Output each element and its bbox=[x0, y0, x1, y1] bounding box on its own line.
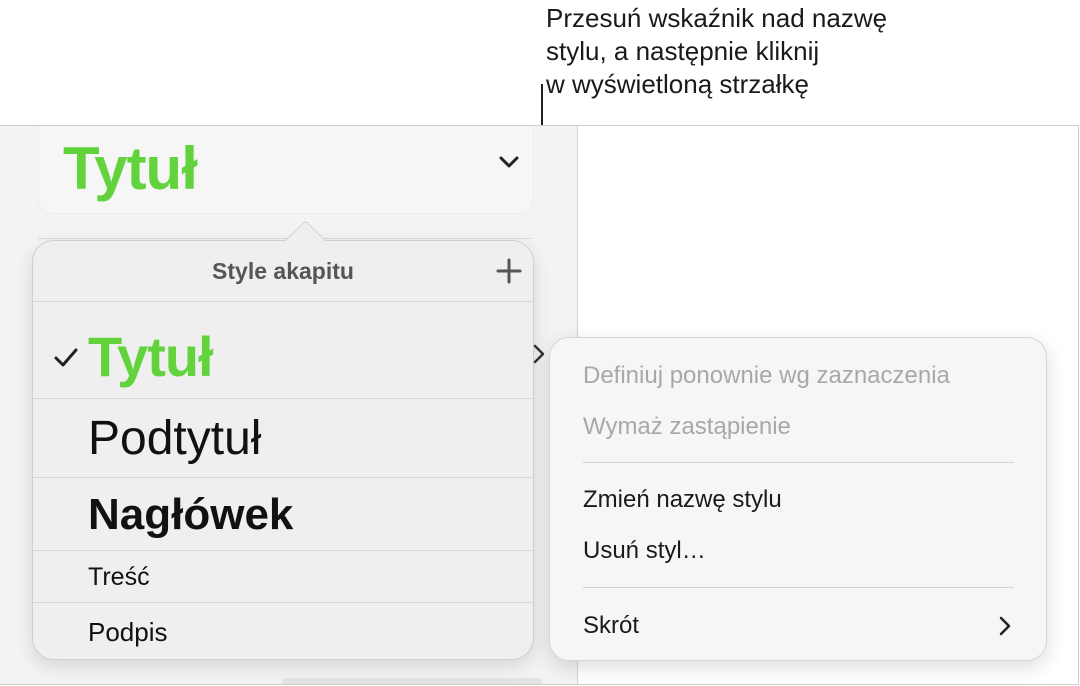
screenshot-stage: Przesuń wskaźnik nad nazwę stylu, a nast… bbox=[0, 0, 1080, 686]
style-label-podpis: Podpis bbox=[88, 617, 168, 647]
chevron-right-icon bbox=[999, 616, 1011, 636]
menu-item-clear-override[interactable]: Wymaż zastąpienie bbox=[583, 413, 791, 441]
chevron-down-icon bbox=[499, 156, 519, 168]
style-item-podtytul[interactable]: Podtytuł bbox=[33, 399, 533, 478]
menu-item-redefine[interactable]: Definiuj ponownie wg zaznaczenia bbox=[583, 362, 950, 390]
menu-item-rename-style[interactable]: Zmień nazwę stylu bbox=[583, 486, 782, 514]
popover-title: Style akapitu bbox=[212, 258, 354, 284]
style-item-naglowek[interactable]: Nagłówek bbox=[33, 478, 533, 551]
menu-separator bbox=[583, 587, 1014, 588]
style-label-tytul: Tytuł bbox=[88, 325, 214, 388]
plus-icon[interactable] bbox=[495, 257, 523, 285]
chevron-right-icon[interactable] bbox=[531, 342, 547, 366]
popover-header: Style akapitu bbox=[33, 241, 533, 302]
paragraph-styles-popover: Style akapitu Tytuł Podtytuł Nagłówek Tr… bbox=[32, 219, 545, 660]
menu-item-shortcut[interactable]: Skrót bbox=[583, 612, 639, 640]
menu-item-delete-style[interactable]: Usuń styl… bbox=[583, 537, 706, 565]
callout-text: Przesuń wskaźnik nad nazwę stylu, a nast… bbox=[546, 3, 888, 99]
menu-separator bbox=[583, 462, 1014, 463]
style-item-tresc[interactable]: Treść bbox=[33, 551, 533, 603]
style-label-tresc: Treść bbox=[88, 563, 150, 591]
style-label-naglowek: Nagłówek bbox=[88, 490, 294, 539]
checkmark-icon bbox=[54, 348, 78, 367]
style-context-menu: Definiuj ponownie wg zaznaczenia Wymaż z… bbox=[549, 337, 1047, 661]
style-label-podtytul: Podtytuł bbox=[88, 412, 262, 465]
style-item-tytul[interactable]: Tytuł bbox=[33, 302, 545, 399]
sidebar-bottom-control bbox=[282, 678, 542, 684]
current-style-label: Tytuł bbox=[63, 135, 198, 202]
paragraph-style-selector[interactable]: Tytuł bbox=[38, 126, 534, 214]
style-item-podpis[interactable]: Podpis bbox=[33, 603, 533, 657]
